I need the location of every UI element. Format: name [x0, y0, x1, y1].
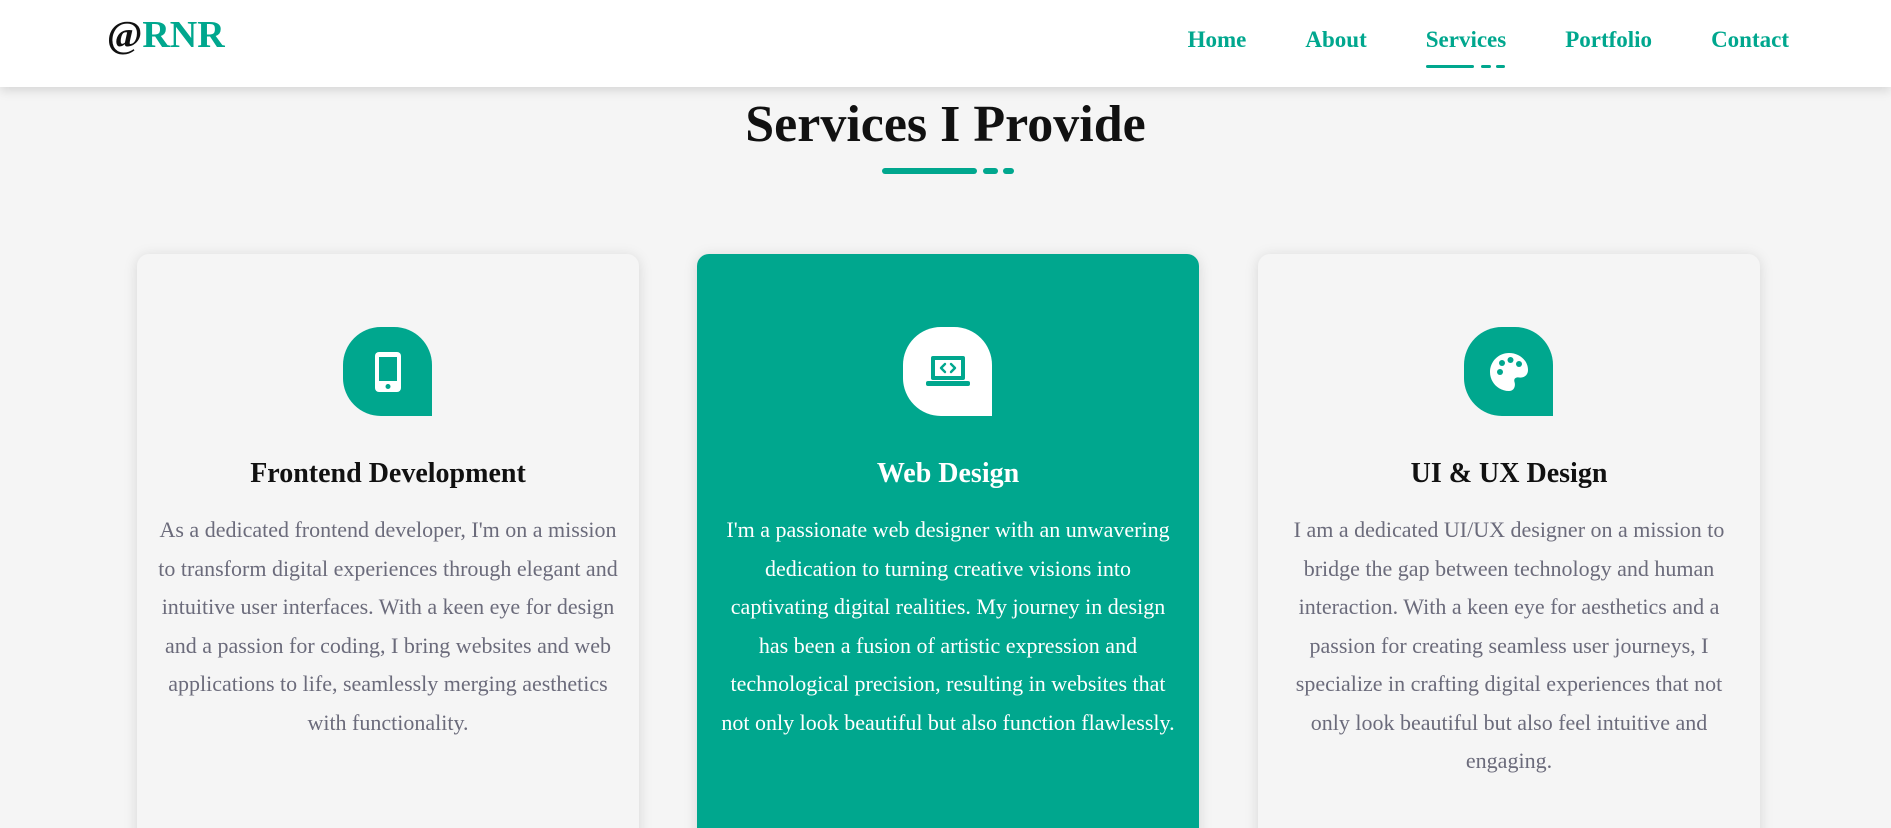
- service-card-ui-ux[interactable]: UI & UX Design I am a dedicated UI/UX de…: [1258, 254, 1760, 828]
- card-title: Frontend Development: [250, 458, 526, 489]
- nav-home-link[interactable]: Home: [1188, 24, 1247, 56]
- section-title: Services I Provide: [745, 96, 1146, 153]
- logo[interactable]: @RNR: [107, 12, 225, 58]
- nav-services-link[interactable]: Services: [1425, 24, 1507, 68]
- service-card-web-design[interactable]: Web Design I'm a passionate web designer…: [697, 254, 1199, 828]
- card-title: UI & UX Design: [1410, 458, 1608, 489]
- nav-services-label: Services: [1425, 27, 1507, 52]
- logo-name: RNR: [142, 14, 225, 56]
- nav-contact-link[interactable]: Contact: [1711, 24, 1789, 56]
- active-nav-indicator: [1425, 65, 1505, 68]
- nav-portfolio-link[interactable]: Portfolio: [1565, 24, 1652, 56]
- service-card-frontend[interactable]: Frontend Development As a dedicated fron…: [137, 254, 639, 828]
- nav-menu: Home About Services Portfolio Contact: [1188, 24, 1789, 68]
- card-title: Web Design: [876, 458, 1020, 489]
- mobile-phone-icon: [343, 327, 432, 416]
- logo-at-symbol: @: [107, 14, 143, 56]
- card-description: I am a dedicated UI/UX designer on a mis…: [1293, 517, 1725, 773]
- card-description: As a dedicated frontend developer, I'm o…: [158, 517, 618, 735]
- laptop-code-icon: [903, 327, 992, 416]
- navbar: @RNR Home About Services Portfolio Conta…: [0, 0, 1891, 87]
- nav-about-link[interactable]: About: [1305, 24, 1366, 56]
- card-description: I'm a passionate web designer with an un…: [721, 517, 1175, 735]
- palette-icon: [1464, 327, 1553, 416]
- title-underline: [882, 168, 1014, 174]
